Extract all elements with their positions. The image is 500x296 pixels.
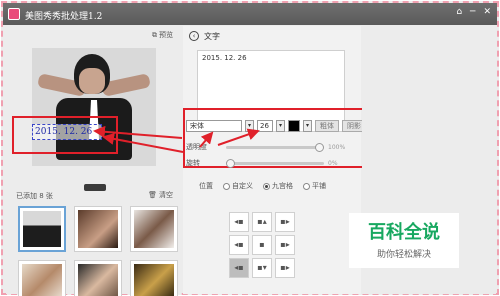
preview-button[interactable]: ⧉ 预览 bbox=[152, 30, 173, 40]
grid-cell-top-right[interactable]: ▪▸ bbox=[275, 212, 295, 232]
grid-cell-top-center[interactable]: ▪▴ bbox=[252, 212, 272, 232]
opacity-slider-thumb[interactable] bbox=[315, 142, 324, 152]
chevron-down-icon[interactable]: ▾ bbox=[303, 120, 312, 132]
grid-cell-top-left[interactable]: ◂▪ bbox=[229, 212, 249, 232]
app-logo-icon bbox=[8, 8, 20, 20]
thumbnail[interactable] bbox=[18, 260, 66, 296]
collapse-button[interactable] bbox=[84, 184, 106, 191]
section-title: 文字 bbox=[204, 32, 220, 41]
bold-button[interactable]: 粗体 bbox=[315, 120, 339, 132]
preview-icon: ⧉ bbox=[152, 30, 157, 39]
text-color-swatch[interactable] bbox=[288, 120, 300, 132]
title-bar: 美图秀秀批处理1.2 ⌂ ─ ✕ bbox=[3, 3, 497, 25]
left-panel: ⧉ 预览 2015. 12. 26 已添加 8 张 🗑 清空 bbox=[6, 26, 182, 296]
thumbnail[interactable] bbox=[74, 206, 122, 252]
highlight-box-left bbox=[12, 116, 118, 154]
minimize-icon[interactable]: ─ bbox=[470, 7, 475, 17]
thumbnail[interactable] bbox=[130, 260, 178, 296]
thumbnail-grid bbox=[18, 206, 182, 296]
rotate-slider-thumb[interactable] bbox=[226, 158, 235, 168]
close-icon[interactable]: ✕ bbox=[483, 7, 491, 17]
grid-cell-bottom-left[interactable]: ◂▪ bbox=[229, 258, 249, 278]
position-option-grid[interactable]: 九宫格 bbox=[263, 181, 293, 191]
grid-cell-middle-left[interactable]: ◂▪ bbox=[229, 235, 249, 255]
rotate-slider[interactable] bbox=[226, 158, 324, 168]
position-option-custom[interactable]: 自定义 bbox=[223, 181, 253, 191]
thumbnail[interactable] bbox=[130, 206, 178, 252]
preview-label: 预览 bbox=[159, 31, 173, 39]
rotate-label: 旋转 bbox=[186, 159, 200, 167]
font-family-select[interactable]: 宋体 bbox=[186, 120, 242, 132]
window-title: 美图秀秀批处理1.2 bbox=[25, 12, 103, 22]
opacity-label: 透明度 bbox=[186, 143, 207, 151]
chevron-down-icon[interactable]: ▾ bbox=[245, 120, 254, 132]
grid-cell-bottom-center[interactable]: ▪▾ bbox=[252, 258, 272, 278]
position-row: 位置 自定义 九宫格 平铺 bbox=[199, 181, 326, 191]
added-count-label: 已添加 8 张 bbox=[16, 192, 53, 200]
rotate-row: 旋转 0% bbox=[186, 158, 338, 168]
radio-icon bbox=[223, 182, 230, 190]
nine-grid-selector: ◂▪ ▪▴ ▪▸ ◂▪ ▪ ▪▸ ◂▪ ▪▾ ▪▸ bbox=[229, 212, 295, 278]
rotate-value: 0% bbox=[328, 159, 338, 167]
font-size-select[interactable]: 26 bbox=[257, 120, 273, 132]
watermark-logo: 百科全说 助你轻松解决 bbox=[349, 213, 459, 268]
radio-icon bbox=[303, 182, 310, 190]
back-arrow-icon[interactable]: ‹ bbox=[189, 31, 199, 41]
watermark-sub-text: 助你轻松解决 bbox=[376, 250, 431, 260]
grid-cell-center[interactable]: ▪ bbox=[252, 235, 272, 255]
chevron-down-icon[interactable]: ▾ bbox=[276, 120, 285, 132]
opacity-slider[interactable] bbox=[226, 142, 324, 152]
position-option-label: 自定义 bbox=[232, 182, 253, 190]
grid-cell-bottom-right[interactable]: ▪▸ bbox=[275, 258, 295, 278]
position-label: 位置 bbox=[199, 182, 213, 190]
opacity-row: 透明度 100% bbox=[186, 142, 345, 152]
radio-icon bbox=[263, 182, 270, 190]
trash-icon: 🗑 bbox=[148, 191, 157, 199]
opacity-value: 100% bbox=[328, 143, 346, 151]
clear-button[interactable]: 🗑 清空 bbox=[148, 190, 173, 200]
clear-label: 清空 bbox=[159, 191, 173, 199]
position-option-label: 九宫格 bbox=[272, 182, 293, 190]
grid-cell-middle-right[interactable]: ▪▸ bbox=[275, 235, 295, 255]
position-option-label: 平铺 bbox=[312, 182, 326, 190]
thumbnail[interactable] bbox=[74, 260, 122, 296]
photo-face bbox=[79, 68, 105, 94]
window-controls: ⌂ ─ ✕ bbox=[456, 7, 491, 17]
home-icon[interactable]: ⌂ bbox=[456, 7, 462, 17]
position-option-tile[interactable]: 平铺 bbox=[303, 181, 326, 191]
font-toolbar: 宋体 ▾ 26 ▾ ▾ 粗体 阴影 bbox=[186, 120, 366, 132]
thumbnail[interactable] bbox=[18, 206, 66, 252]
watermark-main-text: 百科全说 bbox=[368, 222, 440, 243]
